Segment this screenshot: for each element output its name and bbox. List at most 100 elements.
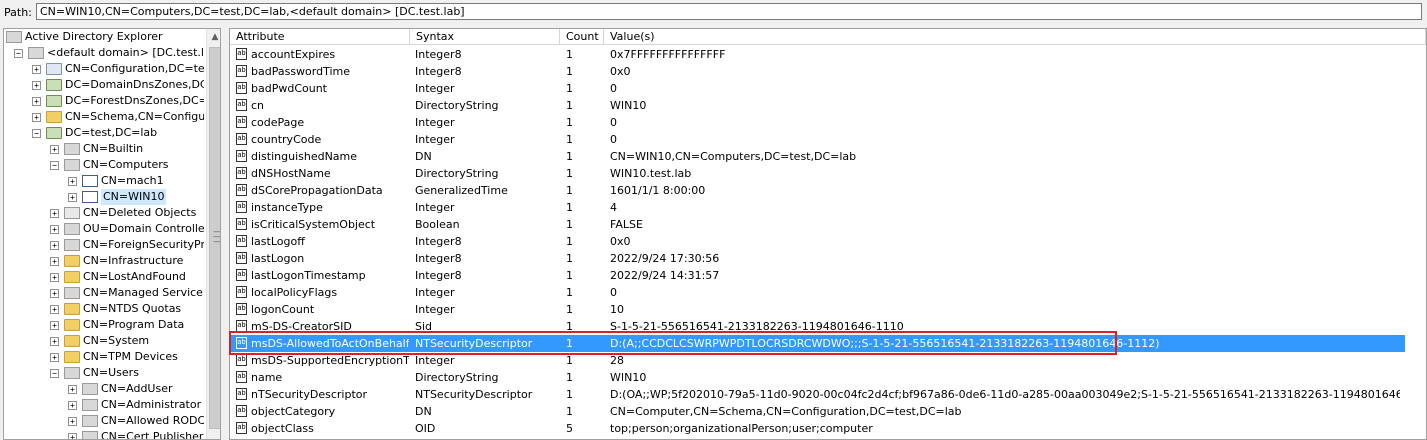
- expand-icon[interactable]: +: [68, 177, 77, 186]
- expand-icon[interactable]: +: [50, 257, 59, 266]
- table-row[interactable]: ab accountExpires Integer8 1 0x7FFFFFFFFFFFF…: [230, 46, 1405, 63]
- tree-node[interactable]: − <default domain> [DC.test.lab]: [4, 45, 204, 61]
- table-row[interactable]: ab objectClass OID 5 top;person;organization…: [230, 420, 1405, 437]
- expand-icon[interactable]: +: [68, 417, 77, 426]
- collapse-icon[interactable]: −: [50, 161, 59, 170]
- tree-node[interactable]: + CN=AddUser: [4, 381, 204, 397]
- tree-node[interactable]: + CN=Cert Publishers: [4, 429, 204, 439]
- expand-icon[interactable]: +: [68, 401, 77, 410]
- tree-node[interactable]: + CN=System: [4, 333, 204, 349]
- collapse-icon[interactable]: −: [50, 369, 59, 378]
- expand-icon[interactable]: +: [50, 225, 59, 234]
- tree-node[interactable]: + CN=Configuration,DC=test,D: [4, 61, 204, 77]
- table-row[interactable]: ab cn DirectoryString 1 WIN10: [230, 97, 1405, 114]
- tree-node[interactable]: Active Directory Explorer: [4, 29, 204, 45]
- tree-node[interactable]: + CN=WIN10: [4, 189, 204, 205]
- tree-node[interactable]: + CN=Schema,CN=Configuratio: [4, 109, 204, 125]
- expand-icon[interactable]: +: [32, 81, 41, 90]
- table-row[interactable]: ab name DirectoryString 1 WIN10: [230, 369, 1405, 386]
- expand-icon[interactable]: +: [50, 289, 59, 298]
- table-row[interactable]: ab lastLogonTimestamp Integer8 1 2022/9/24 1…: [230, 267, 1405, 284]
- tree-node[interactable]: + CN=Managed Service Acc: [4, 285, 204, 301]
- table-row[interactable]: ab msDS-SupportedEncryptionTy... Integer 1 2…: [230, 352, 1405, 369]
- cell-count: 1: [566, 150, 573, 163]
- expand-icon[interactable]: +: [32, 97, 41, 106]
- column-header-attribute[interactable]: Attribute: [230, 29, 410, 45]
- expand-icon[interactable]: +: [32, 113, 41, 122]
- tree-node-label: CN=Configuration,DC=test,D: [65, 62, 204, 75]
- cell-value: WIN10: [610, 371, 647, 384]
- expand-icon[interactable]: +: [50, 273, 59, 282]
- table-row[interactable]: ab msDS-AllowedToActOnBehalf... NTSecurity…: [230, 335, 1405, 352]
- collapse-icon[interactable]: −: [32, 129, 41, 138]
- tree-node[interactable]: + CN=Program Data: [4, 317, 204, 333]
- tree-panel[interactable]: Active Directory Explorer − <default domai…: [3, 28, 221, 440]
- scroll-up-arrow-icon[interactable]: ▲: [207, 29, 220, 45]
- tree-node[interactable]: + CN=ForeignSecurityPrincip: [4, 237, 204, 253]
- expand-icon[interactable]: +: [50, 241, 59, 250]
- table-row[interactable]: ab isCriticalSystemObject Boolean 1 FALSE: [230, 216, 1405, 233]
- attribute-icon: ab: [236, 354, 247, 366]
- cell-value: 0: [610, 133, 617, 146]
- expand-icon[interactable]: +: [68, 385, 77, 394]
- cell-count: 1: [566, 184, 573, 197]
- table-row[interactable]: ab objectCategory DN 1 CN=Computer,CN=Schema…: [230, 403, 1405, 420]
- table-row[interactable]: ab lastLogoff Integer8 1 0x0: [230, 233, 1405, 250]
- tree-node[interactable]: − CN=Computers: [4, 157, 204, 173]
- expand-icon[interactable]: +: [50, 337, 59, 346]
- table-row[interactable]: ab codePage Integer 1 0: [230, 114, 1405, 131]
- tree-node[interactable]: + CN=Administrator: [4, 397, 204, 413]
- expand-icon[interactable]: +: [50, 209, 59, 218]
- table-row[interactable]: ab mS-DS-CreatorSID Sid 1 S-1-5-21-556516541…: [230, 318, 1405, 335]
- tree-node[interactable]: + CN=TPM Devices: [4, 349, 204, 365]
- table-row[interactable]: ab lastLogon Integer8 1 2022/9/24 17:30:56: [230, 250, 1405, 267]
- tree-node[interactable]: + DC=ForestDnsZones,DC=tes: [4, 93, 204, 109]
- table-row[interactable]: ab countryCode Integer 1 0: [230, 131, 1405, 148]
- tree-node[interactable]: + OU=Domain Controllers: [4, 221, 204, 237]
- cell-value: 4: [610, 201, 617, 214]
- cell-value: 2022/9/24 14:31:57: [610, 269, 720, 282]
- path-field[interactable]: CN=WIN10,CN=Computers,DC=test,DC=lab,<de…: [36, 3, 1422, 20]
- table-row[interactable]: ab logonCount Integer 1 10: [230, 301, 1405, 318]
- expand-icon[interactable]: +: [50, 145, 59, 154]
- expand-icon[interactable]: +: [50, 353, 59, 362]
- attribute-grid[interactable]: Attribute Syntax Count Value(s) ab accoun…: [229, 28, 1427, 440]
- table-row[interactable]: ab nTSecurityDescriptor NTSecurityDescript…: [230, 386, 1405, 403]
- expand-icon[interactable]: +: [68, 193, 77, 202]
- table-row[interactable]: ab badPwdCount Integer 1 0: [230, 80, 1405, 97]
- table-row[interactable]: ab badPasswordTime Integer8 1 0x0: [230, 63, 1405, 80]
- column-header-count[interactable]: Count: [560, 29, 604, 45]
- column-header-syntax[interactable]: Syntax: [410, 29, 560, 45]
- table-row[interactable]: ab instanceType Integer 1 4: [230, 199, 1405, 216]
- tree-scrollbar[interactable]: ▲ ———: [206, 29, 220, 439]
- cell-attribute: msDS-SupportedEncryptionTy...: [251, 354, 409, 367]
- expand-icon[interactable]: +: [32, 65, 41, 74]
- table-row[interactable]: ab dNSHostName DirectoryString 1 WIN10.test.…: [230, 165, 1405, 182]
- tree-node[interactable]: + DC=DomainDnsZones,DC=tes: [4, 77, 204, 93]
- tree-node-label: CN=NTDS Quotas: [83, 302, 182, 315]
- scroll-thumb[interactable]: ———: [209, 47, 220, 429]
- folder-network-icon: [46, 63, 62, 75]
- table-row[interactable]: ab distinguishedName DN 1 CN=WIN10,CN=Comput…: [230, 148, 1405, 165]
- expand-icon[interactable]: +: [68, 433, 77, 439]
- collapse-icon[interactable]: −: [14, 49, 23, 58]
- tree-node[interactable]: + CN=NTDS Quotas: [4, 301, 204, 317]
- expand-icon[interactable]: +: [50, 305, 59, 314]
- table-row[interactable]: ab dSCorePropagationData GeneralizedTime 1 1…: [230, 182, 1405, 199]
- cell-attribute: lastLogon: [251, 252, 305, 265]
- tree-node[interactable]: − CN=Users: [4, 365, 204, 381]
- cell-count: 1: [566, 371, 573, 384]
- tree-node[interactable]: − DC=test,DC=lab: [4, 125, 204, 141]
- tree-node[interactable]: + CN=Builtin: [4, 141, 204, 157]
- tree-node[interactable]: + CN=Infrastructure: [4, 253, 204, 269]
- table-row[interactable]: ab localPolicyFlags Integer 1 0: [230, 284, 1405, 301]
- tree-node[interactable]: + CN=Deleted Objects: [4, 205, 204, 221]
- expand-icon[interactable]: +: [50, 321, 59, 330]
- cell-attribute: instanceType: [251, 201, 323, 214]
- cell-attribute: lastLogonTimestamp: [251, 269, 366, 282]
- tree-node[interactable]: + CN=mach1: [4, 173, 204, 189]
- column-header-values[interactable]: Value(s): [604, 29, 1426, 45]
- tree-node[interactable]: + CN=LostAndFound: [4, 269, 204, 285]
- pane-splitter[interactable]: [221, 28, 229, 440]
- tree-node[interactable]: + CN=Allowed RODC Pa: [4, 413, 204, 429]
